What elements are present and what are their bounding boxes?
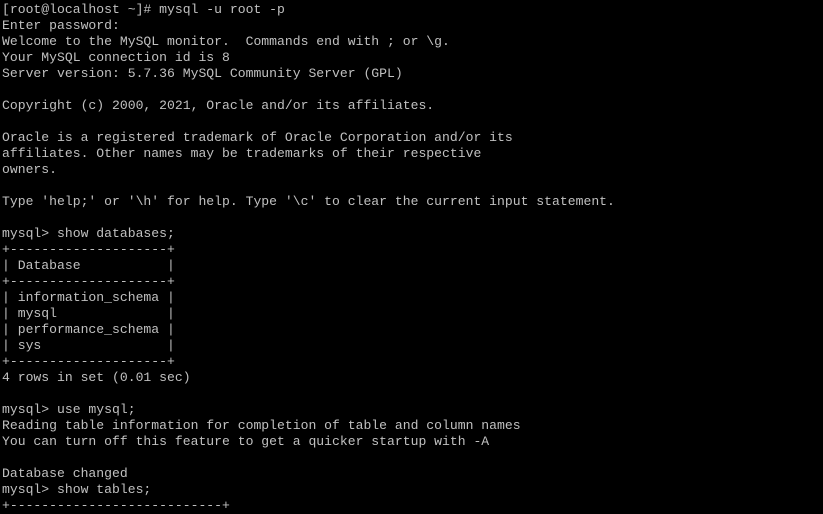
terminal-line: +--------------------+ <box>2 274 175 289</box>
terminal-line: +--------------------+ <box>2 354 175 369</box>
terminal-line: Database changed <box>2 466 128 481</box>
terminal-line: [root@localhost ~]# mysql -u root -p <box>2 2 285 17</box>
terminal-line: Welcome to the MySQL monitor. Commands e… <box>2 34 450 49</box>
terminal-line: affiliates. Other names may be trademark… <box>2 146 482 161</box>
terminal-line: Oracle is a registered trademark of Orac… <box>2 130 513 145</box>
terminal-line: +---------------------------+ <box>2 498 230 513</box>
terminal-line: mysql> use mysql; <box>2 402 136 417</box>
terminal-line: | sys | <box>2 338 175 353</box>
terminal-line: | mysql | <box>2 306 175 321</box>
terminal-line: Enter password: <box>2 18 120 33</box>
terminal-line: | Database | <box>2 258 175 273</box>
terminal-line: Server version: 5.7.36 MySQL Community S… <box>2 66 403 81</box>
terminal-line: owners. <box>2 162 58 177</box>
terminal-line: | information_schema | <box>2 290 175 305</box>
terminal-line: mysql> show databases; <box>2 226 175 241</box>
terminal-line: Copyright (c) 2000, 2021, Oracle and/or … <box>2 98 435 113</box>
terminal-line: You can turn off this feature to get a q… <box>2 434 490 449</box>
terminal-line: Your MySQL connection id is 8 <box>2 50 230 65</box>
terminal-line: Reading table information for completion… <box>2 418 521 433</box>
terminal-output[interactable]: [root@localhost ~]# mysql -u root -p Ente… <box>2 2 615 514</box>
terminal-line: Type 'help;' or '\h' for help. Type '\c'… <box>2 194 615 209</box>
terminal-line: mysql> show tables; <box>2 482 152 497</box>
terminal-line: 4 rows in set (0.01 sec) <box>2 370 191 385</box>
terminal-line: | performance_schema | <box>2 322 175 337</box>
terminal-line: +--------------------+ <box>2 242 175 257</box>
